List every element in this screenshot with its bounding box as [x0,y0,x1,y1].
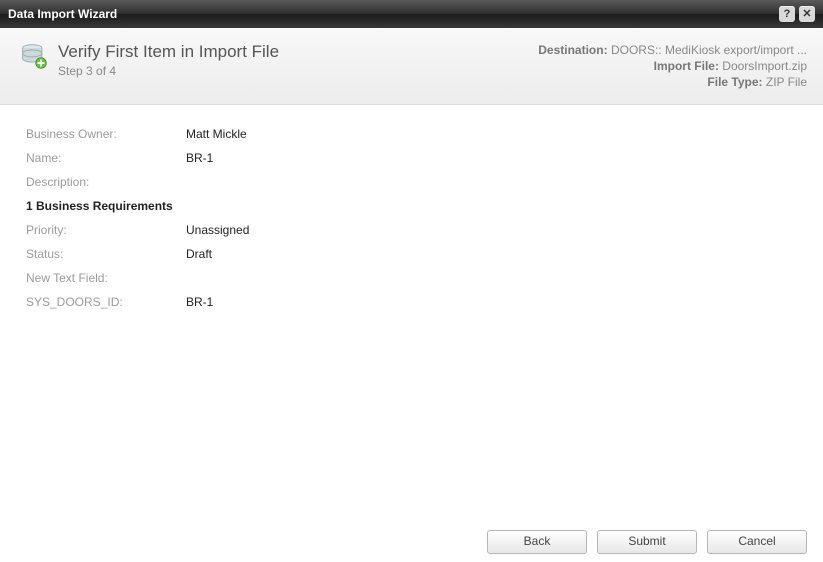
title-bar: Data Import Wizard ? ✕ [0,0,823,28]
header-left: Verify First Item in Import File Step 3 … [20,42,279,78]
wizard-footer: Back Submit Cancel [0,522,823,562]
titlebar-controls: ? ✕ [779,6,815,22]
header-meta: Destination: DOORS:: MediKiosk export/im… [538,42,807,90]
meta-destination-label: Destination: [538,43,607,57]
value-business-owner: Matt Mickle [186,127,247,141]
meta-destination-value: DOORS:: MediKiosk export/import ... [611,43,807,57]
label-description: Description: [26,175,186,189]
header-titles: Verify First Item in Import File Step 3 … [58,42,279,78]
field-description: Description: [26,175,797,189]
meta-importfile-value: DoorsImport.zip [722,59,807,73]
label-status: Status: [26,247,186,261]
window-title: Data Import Wizard [8,0,117,28]
meta-importfile: Import File: DoorsImport.zip [538,58,807,74]
meta-filetype-value: ZIP File [766,75,807,89]
field-new-text: New Text Field: [26,271,797,285]
field-name: Name: BR-1 [26,151,797,165]
value-name: BR-1 [186,151,213,165]
label-business-owner: Business Owner: [26,127,186,141]
database-add-icon [20,42,48,70]
help-icon[interactable]: ? [779,6,795,22]
submit-button[interactable]: Submit [597,530,697,554]
meta-importfile-label: Import File: [654,59,719,73]
dialog-window: Data Import Wizard ? ✕ Verify First Item… [0,0,823,562]
back-button[interactable]: Back [487,530,587,554]
section-business-requirements: 1 Business Requirements [26,199,797,213]
value-priority: Unassigned [186,223,249,237]
page-title: Verify First Item in Import File [58,42,279,62]
value-sys-doors-id: BR-1 [186,295,213,309]
label-sys-doors-id: SYS_DOORS_ID: [26,295,186,309]
step-indicator: Step 3 of 4 [58,64,279,78]
value-status: Draft [186,247,212,261]
label-priority: Priority: [26,223,186,237]
label-name: Name: [26,151,186,165]
cancel-button[interactable]: Cancel [707,530,807,554]
meta-filetype-label: File Type: [707,75,762,89]
field-status: Status: Draft [26,247,797,261]
label-new-text: New Text Field: [26,271,186,285]
meta-destination: Destination: DOORS:: MediKiosk export/im… [538,42,807,58]
field-sys-doors-id: SYS_DOORS_ID: BR-1 [26,295,797,309]
wizard-header: Verify First Item in Import File Step 3 … [0,28,823,105]
field-business-owner: Business Owner: Matt Mickle [26,127,797,141]
close-icon[interactable]: ✕ [799,6,815,22]
meta-filetype: File Type: ZIP File [538,74,807,90]
field-priority: Priority: Unassigned [26,223,797,237]
wizard-body: Business Owner: Matt Mickle Name: BR-1 D… [0,105,823,501]
